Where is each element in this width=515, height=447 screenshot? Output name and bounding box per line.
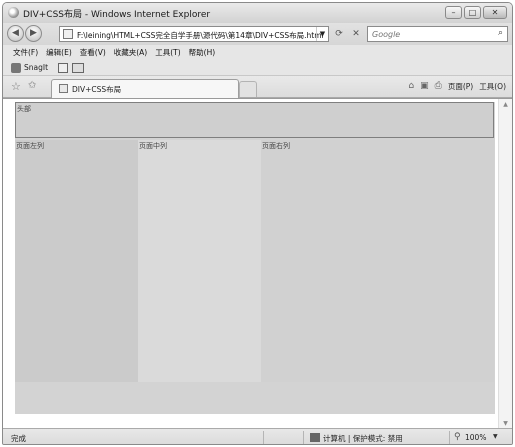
header-label: 头部 <box>17 105 31 113</box>
favorites-star-icon[interactable]: ☆ <box>11 80 21 93</box>
print-icon[interactable]: ⎙ <box>435 81 442 92</box>
window-controls: – □ ✕ <box>445 6 507 19</box>
computer-icon <box>310 433 320 442</box>
status-divider <box>449 431 450 444</box>
left-column: 页面左列 <box>15 140 138 382</box>
add-favorites-icon[interactable]: ✩ <box>28 80 36 91</box>
status-divider <box>303 431 304 444</box>
links-bar: SnagIt <box>3 60 512 76</box>
address-dropdown-icon[interactable]: ▼ <box>316 27 328 41</box>
back-button[interactable]: ◀ <box>7 25 24 42</box>
snagit-button[interactable]: SnagIt <box>24 63 48 72</box>
page-viewport: 头部 页面左列 页面中列 页面右列 ▲ ▼ <box>3 98 512 429</box>
scroll-down-icon[interactable]: ▼ <box>499 420 512 427</box>
home-icon[interactable]: ⌂ <box>408 81 414 92</box>
tab-current[interactable]: DIV+CSS布局 <box>51 79 239 98</box>
window-title: DIV+CSS布局 - Windows Internet Explorer <box>23 10 211 20</box>
maximize-button[interactable]: □ <box>464 6 481 19</box>
status-text: 完成 <box>11 434 26 443</box>
security-zone-text[interactable]: 计算机 | 保护模式: 禁用 <box>323 433 403 444</box>
address-bar[interactable]: F:\leining\HTML+CSS完全自学手册\源代码\第14章\DIV+C… <box>59 26 329 42</box>
menu-bar: 文件(F) 编辑(E) 查看(V) 收藏夹(A) 工具(T) 帮助(H) <box>3 45 512 60</box>
menu-file[interactable]: 文件(F) <box>13 45 38 60</box>
menu-help[interactable]: 帮助(H) <box>189 45 216 60</box>
tools-menu-button[interactable]: 工具(O) <box>479 81 506 92</box>
status-divider <box>263 431 264 444</box>
page-header-block: 头部 <box>15 102 494 138</box>
search-icon[interactable]: ⌕ <box>498 28 503 38</box>
forward-button[interactable]: ▶ <box>25 25 42 42</box>
zoom-level[interactable]: 100% <box>465 433 486 442</box>
close-button[interactable]: ✕ <box>483 6 507 19</box>
page-menu-button[interactable]: 页面(P) <box>448 81 473 92</box>
url-text[interactable]: F:\leining\HTML+CSS完全自学手册\源代码\第14章\DIV+C… <box>77 30 324 41</box>
page-icon <box>63 29 73 39</box>
page-content: 头部 页面左列 页面中列 页面右列 <box>15 102 495 414</box>
right-column-label: 页面右列 <box>262 142 290 150</box>
snagit-icon[interactable] <box>11 63 21 73</box>
menu-favorites[interactable]: 收藏夹(A) <box>114 45 147 60</box>
scroll-up-icon[interactable]: ▲ <box>499 101 512 108</box>
command-bar: ☆ ✩ DIV+CSS布局 ⌂ ▣ ⎙ 页面(P) 工具(O) <box>3 76 512 98</box>
ie-icon <box>8 7 19 18</box>
middle-column: 页面中列 <box>138 140 261 382</box>
stop-icon[interactable]: ✕ <box>348 26 364 42</box>
new-tab-button[interactable] <box>239 81 257 97</box>
tab-page-icon <box>59 84 68 93</box>
command-tools: ⌂ ▣ ⎙ 页面(P) 工具(O) <box>408 81 506 92</box>
zoom-dropdown-icon[interactable]: ▼ <box>493 433 498 440</box>
left-column-label: 页面左列 <box>16 142 44 150</box>
address-row: ◀ ▶ F:\leining\HTML+CSS完全自学手册\源代码\第14章\D… <box>3 23 512 45</box>
middle-column-label: 页面中列 <box>139 142 167 150</box>
minimize-button[interactable]: – <box>445 6 462 19</box>
search-box: ⌕ <box>367 26 508 42</box>
search-input[interactable] <box>368 27 478 41</box>
title-bar[interactable]: DIV+CSS布局 - Windows Internet Explorer – … <box>3 3 512 23</box>
menu-tools[interactable]: 工具(T) <box>155 45 180 60</box>
status-bar: 完成 计算机 | 保护模式: 禁用 ⚲ 100% ▼ <box>3 428 512 444</box>
zoom-icon[interactable]: ⚲ <box>454 432 461 442</box>
menu-edit[interactable]: 编辑(E) <box>46 45 72 60</box>
browser-window: DIV+CSS布局 - Windows Internet Explorer – … <box>2 2 513 445</box>
refresh-icon[interactable]: ⟳ <box>331 26 347 42</box>
vertical-scrollbar[interactable]: ▲ ▼ <box>498 99 512 429</box>
menu-view[interactable]: 查看(V) <box>80 45 106 60</box>
snagit-capture-icon[interactable] <box>72 63 84 73</box>
snagit-window-icon[interactable] <box>58 63 68 73</box>
feeds-icon[interactable]: ▣ <box>420 81 429 92</box>
tab-label: DIV+CSS布局 <box>72 85 122 94</box>
right-column: 页面右列 <box>261 140 494 382</box>
